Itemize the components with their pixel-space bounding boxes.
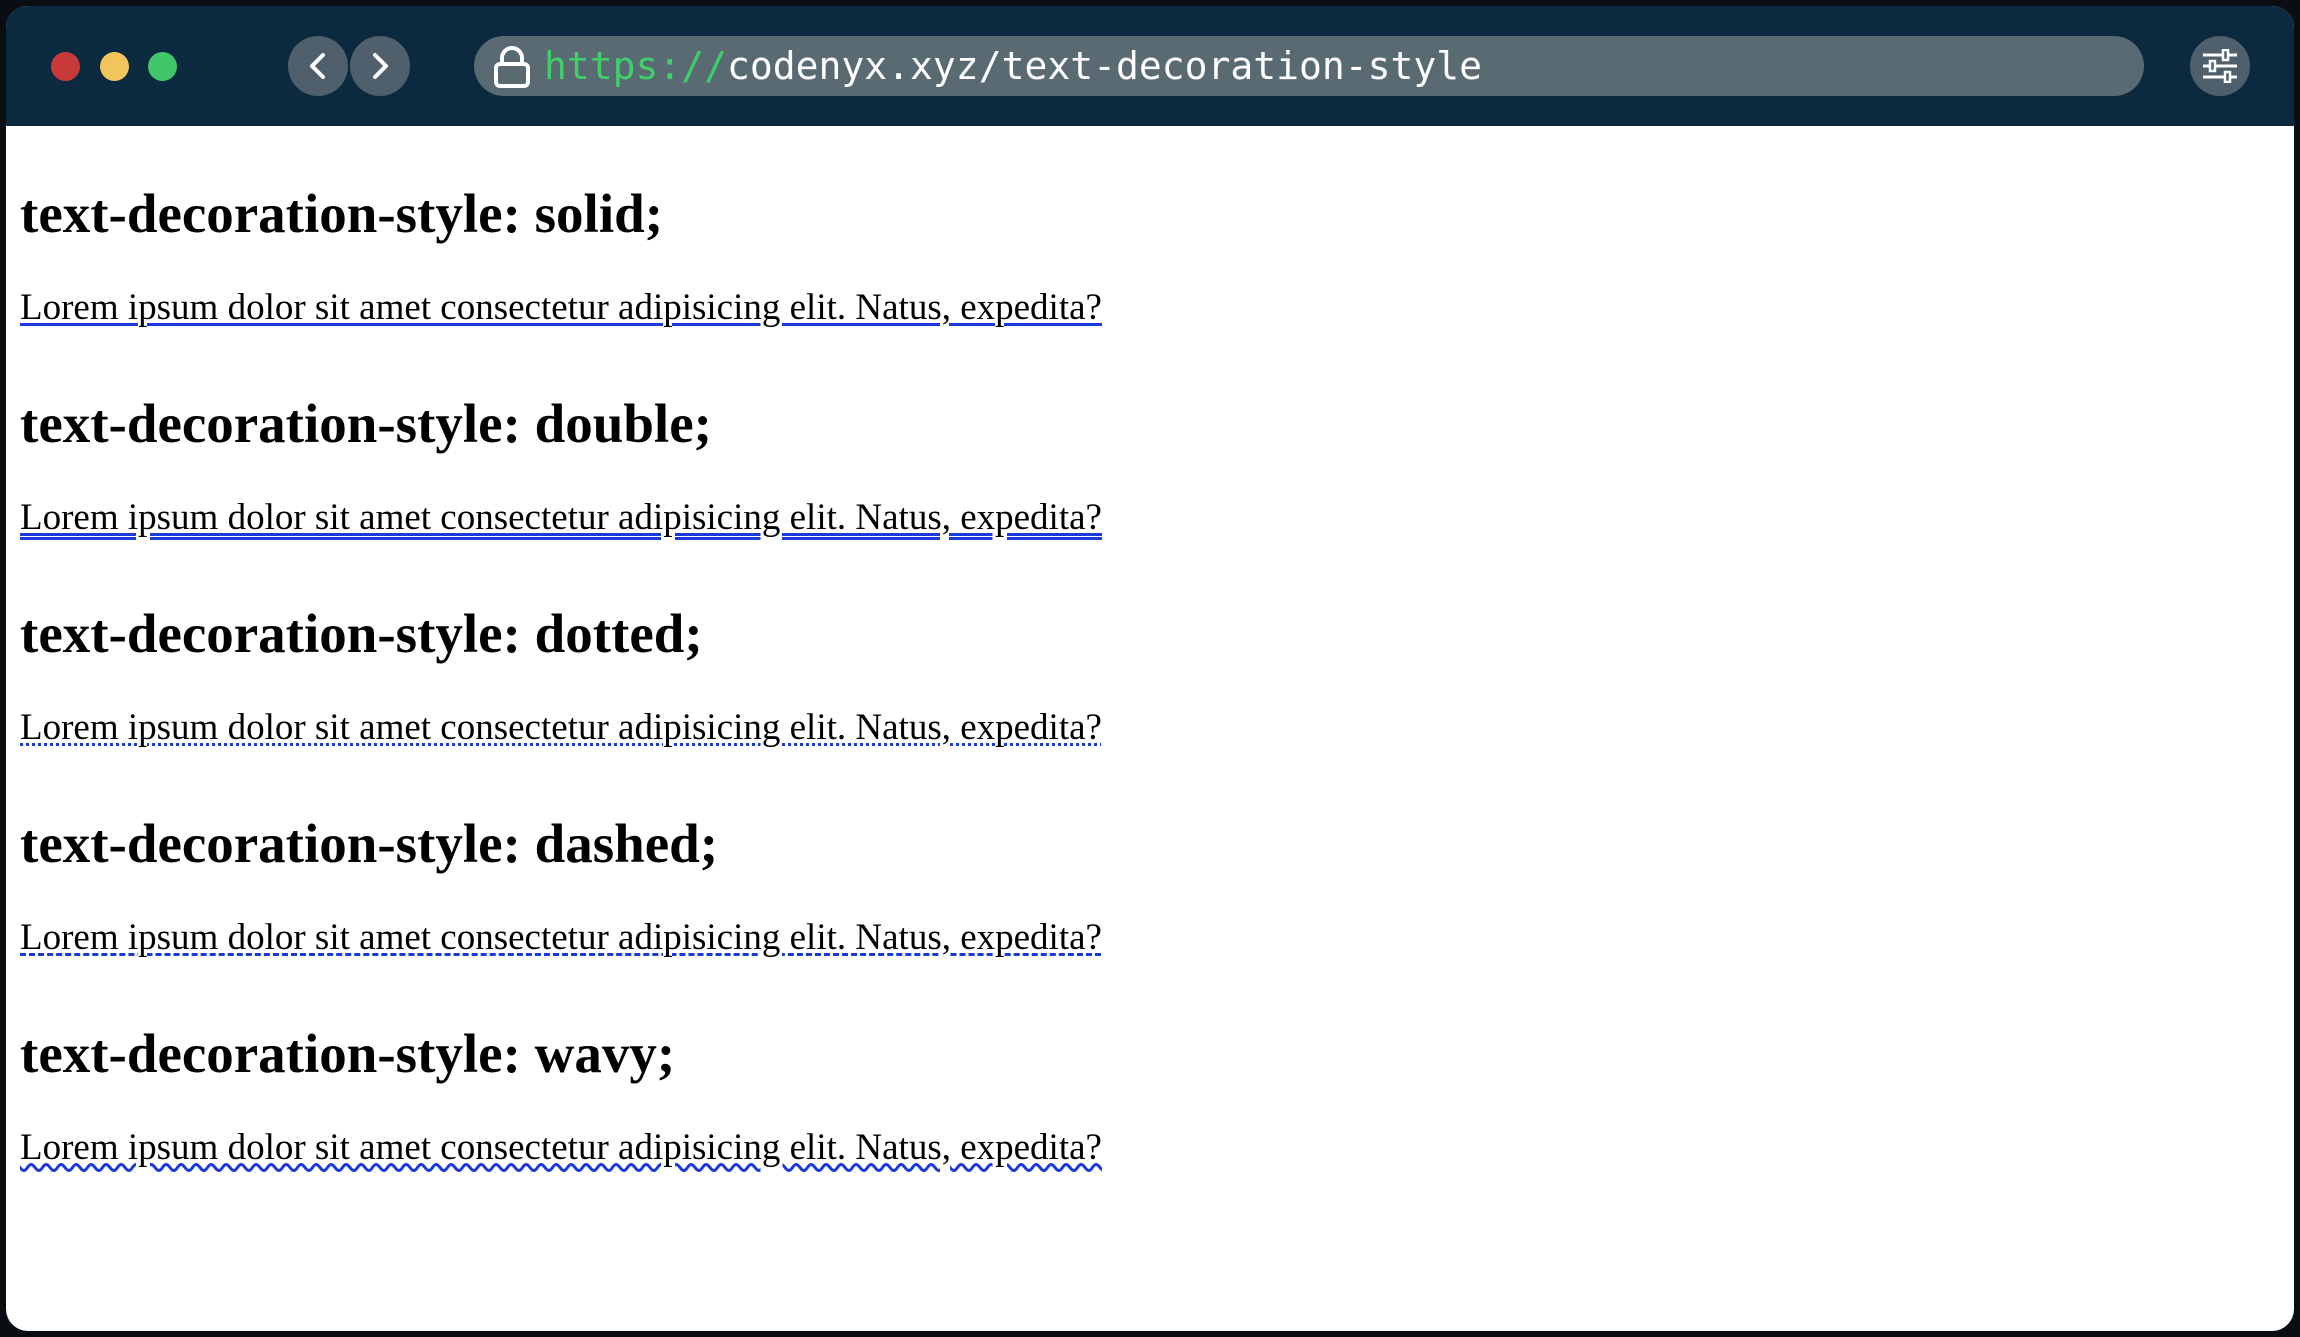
title-bar: https://codenyx.xyz/text-decoration-styl… <box>6 6 2294 126</box>
section-heading: text-decoration-style: solid; <box>20 183 664 244</box>
back-button[interactable] <box>288 36 348 96</box>
url-path: codenyx.xyz/text-decoration-style <box>727 44 1483 88</box>
sample-paragraph: Lorem ipsum dolor sit amet consectetur a… <box>20 497 1102 538</box>
close-window-button[interactable] <box>51 52 80 81</box>
forward-button[interactable] <box>350 36 410 96</box>
sample-paragraph: Lorem ipsum dolor sit amet consectetur a… <box>20 287 1102 328</box>
page-content: text-decoration-style: solid; Lorem ipsu… <box>20 126 2280 1326</box>
section-heading: text-decoration-style: double; <box>20 393 712 454</box>
address-bar[interactable]: https://codenyx.xyz/text-decoration-styl… <box>474 36 2144 96</box>
sample-paragraph: Lorem ipsum dolor sit amet consectetur a… <box>20 1127 1102 1168</box>
url-text[interactable]: https://codenyx.xyz/text-decoration-styl… <box>544 36 1482 96</box>
maximize-window-button[interactable] <box>148 52 177 81</box>
chevron-right-icon <box>373 53 388 79</box>
sample-paragraph: Lorem ipsum dolor sit amet consectetur a… <box>20 917 1102 958</box>
section-heading: text-decoration-style: wavy; <box>20 1023 676 1084</box>
url-scheme: https:// <box>544 44 728 88</box>
browser-window: https://codenyx.xyz/text-decoration-styl… <box>6 6 2294 1331</box>
sliders-icon <box>2203 49 2237 83</box>
lock-icon <box>494 46 530 88</box>
settings-button[interactable] <box>2190 36 2250 96</box>
section-heading: text-decoration-style: dashed; <box>20 813 719 874</box>
chevron-left-icon <box>310 53 325 79</box>
section-heading: text-decoration-style: dotted; <box>20 603 703 664</box>
sample-paragraph: Lorem ipsum dolor sit amet consectetur a… <box>20 707 1102 748</box>
minimize-window-button[interactable] <box>100 52 129 81</box>
